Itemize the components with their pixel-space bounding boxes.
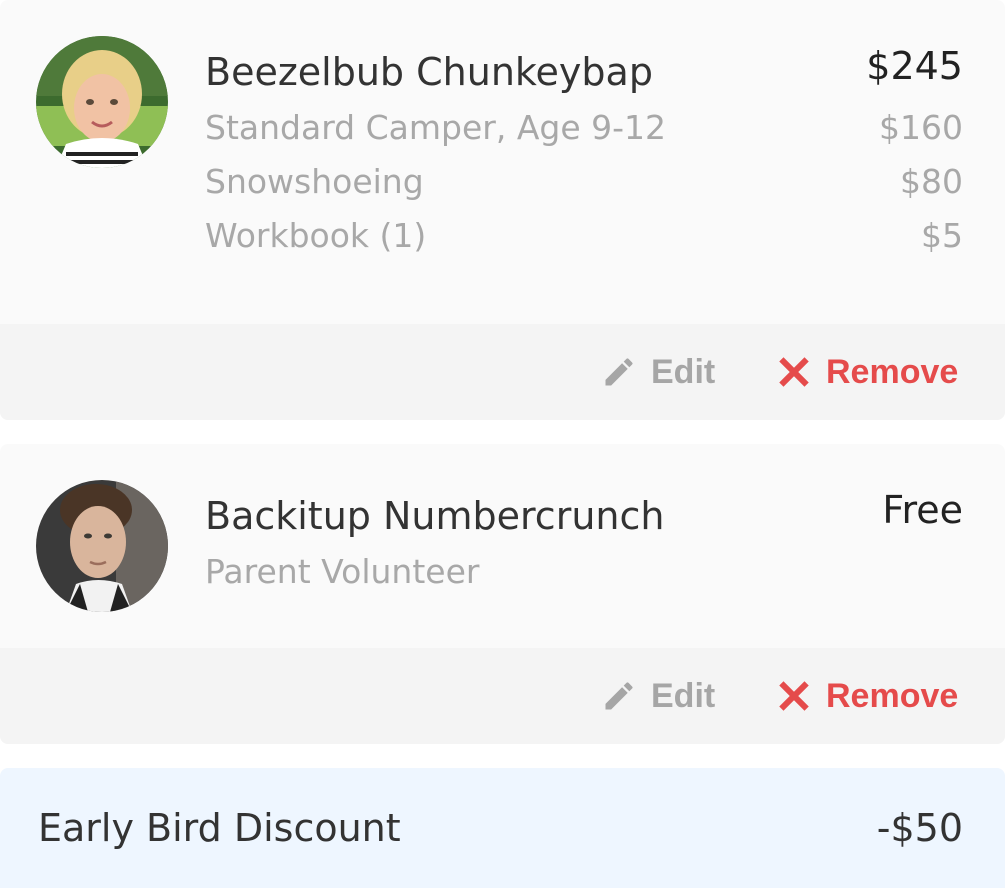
registrant-card: Beezelbub Chunkeybap $245 Standard Campe… [0, 0, 1005, 420]
x-close-icon [776, 678, 812, 714]
remove-label: Remove [826, 352, 959, 391]
line-item: Parent Volunteer [205, 552, 963, 592]
card-actions: Edit Remove [0, 324, 1005, 420]
child-portrait-image [36, 36, 168, 168]
line-item: Standard Camper, Age 9-12 $160 [205, 108, 963, 148]
registrant-total: $245 [866, 44, 963, 88]
edit-label: Edit [651, 352, 716, 391]
registrant-total: Free [882, 488, 963, 532]
remove-label: Remove [826, 676, 959, 715]
line-item-label: Snowshoeing [205, 162, 424, 201]
line-item-label: Workbook (1) [205, 216, 427, 255]
discount-amount: -$50 [876, 806, 963, 850]
remove-button[interactable]: Remove [776, 648, 958, 744]
card-actions: Edit Remove [0, 648, 1005, 744]
edit-button[interactable]: Edit [601, 648, 715, 744]
registrant-name: Beezelbub Chunkeybap [205, 50, 653, 94]
line-item: Snowshoeing $80 [205, 162, 963, 202]
discount-label: Early Bird Discount [38, 806, 401, 850]
pencil-icon [601, 678, 637, 714]
pencil-icon [601, 354, 637, 390]
avatar [36, 480, 168, 612]
line-item-label: Parent Volunteer [205, 552, 480, 591]
registrant-details: Backitup Numbercrunch Free Parent Volunt… [0, 444, 1005, 648]
registrant-details: Beezelbub Chunkeybap $245 Standard Campe… [0, 0, 1005, 324]
edit-label: Edit [651, 676, 716, 715]
x-close-icon [776, 354, 812, 390]
discount-row: Early Bird Discount -$50 [0, 768, 1005, 888]
adult-portrait-image [36, 480, 168, 612]
line-item-label: Standard Camper, Age 9-12 [205, 108, 667, 147]
registrant-card: Backitup Numbercrunch Free Parent Volunt… [0, 444, 1005, 744]
line-item-price: $5 [921, 216, 963, 255]
line-item: Workbook (1) $5 [205, 216, 963, 256]
edit-button[interactable]: Edit [601, 324, 715, 420]
line-item-price: $80 [900, 162, 963, 201]
line-item-price: $160 [879, 108, 963, 147]
registrant-name: Backitup Numbercrunch [205, 494, 665, 538]
remove-button[interactable]: Remove [776, 324, 958, 420]
avatar [36, 36, 168, 168]
